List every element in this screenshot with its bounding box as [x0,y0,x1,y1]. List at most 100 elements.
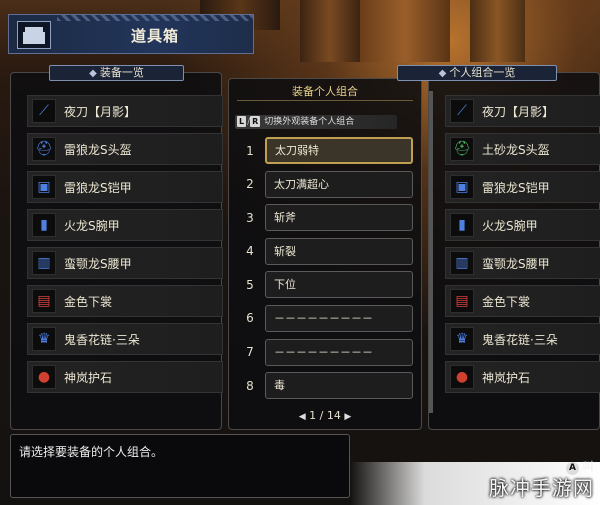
loadout-equipment-label: 蛮颚龙S腰甲 [482,256,550,271]
equipment-label: 雷狼龙S铠甲 [64,180,132,195]
loadout-number: 3 [246,210,254,225]
loadout-row[interactable]: 8毒 [235,372,415,400]
chest-armor-icon: ▣ [32,175,56,199]
equipment-list: ⟋ 夜刀【月影】 ⛑ 雷狼龙S头盔 ▣ 雷狼龙S铠甲 ▮ 火龙S腕甲 ▥ 蛮颚龙S腰甲 ▤ 金色下裳 ♛… [27,95,223,399]
loadout-equipment-row[interactable]: ▣ 雷狼龙S铠甲 [445,171,600,203]
blade-icon: ⟋ [32,99,56,123]
loadout-equipment-row[interactable]: ● 神岚护石 [445,361,600,393]
watermark: 脉冲手游网 [489,476,594,500]
loadout-preview-header: ◆ 个人组合一览 [397,65,557,81]
message-text: 请选择要装备的个人组合。 [19,445,164,459]
equipment-list-panel: ◆ 装备一览 ⟋ 夜刀【月影】 ⛑ 雷狼龙S头盔 ▣ 雷狼龙S铠甲 ▮ 火龙S腕甲 ▥ 蛮颚龙S腰甲… [10,65,223,430]
loadout-number: 5 [246,277,254,292]
prev-page-icon[interactable]: ◀ [299,412,306,422]
arm-armor-icon: ▮ [32,213,56,237]
wood-beam [300,0,360,62]
loadout-name: －－－－－－－－－ [265,338,413,366]
wood-beam [360,0,450,62]
switch-hint: L / R 切换外观装备个人组合 [235,115,397,129]
helmet-icon: ⛑ [450,137,474,161]
loadout-number: 2 [246,177,254,192]
equipment-row[interactable]: ▤ 金色下裳 [27,285,223,317]
loadout-equipment-row[interactable]: ▮ 火龙S腕甲 [445,209,600,241]
loadout-equipment-row[interactable]: ⟋ 夜刀【月影】 [445,95,600,127]
loadout-equipment-label: 金色下裳 [482,294,531,309]
next-page-icon[interactable]: ▶ [344,412,351,422]
loadout-panel: 装备个人组合 L / R 切换外观装备个人组合 1 太刀弱特 2 太刀满超心 3 斩斧 4 斩裂 5… [228,78,422,430]
equipment-row[interactable]: ▣ 雷狼龙S铠甲 [27,171,223,203]
loadout-row[interactable]: 6 －－－－－－－－－ [235,304,415,332]
chest-armor-icon: ▣ [450,175,474,199]
arm-armor-icon: ▮ [450,213,474,237]
loadout-equipment-label: 夜刀【月影】 [482,104,555,119]
loadout-equipment-row[interactable]: ▥ 蛮颚龙S腰甲 [445,247,600,279]
loadout-row[interactable]: 5 下位 [235,271,415,299]
loadout-number: 1 [246,143,254,158]
equipment-row[interactable]: ▥ 蛮颚龙S腰甲 [27,247,223,279]
loadout-name: 太刀满超心 [265,170,413,198]
loadout-name: －－－－－－－－－ [265,304,413,332]
loadout-preview-title: 个人组合一览 [449,66,516,79]
equipment-label: 蛮颚龙S腰甲 [64,256,132,271]
item-box-icon [17,21,51,49]
equipment-label: 火龙S腕甲 [64,218,120,233]
equipment-label: 夜刀【月影】 [64,104,137,119]
equipment-label: 金色下裳 [64,294,113,309]
waist-armor-icon: ▥ [450,251,474,275]
leg-armor-icon: ▤ [450,289,474,313]
loadout-list: 1 太刀弱特 2 太刀满超心 3 斩斧 4 斩裂 5 下位 6 －－－－－－－－－ 7 －－－－－－－－－… [235,137,415,406]
loadout-preview-panel: ◆ 个人组合一览 ⟋ 夜刀【月影】 ⛑ 土砂龙S头盔 ▣ 雷狼龙S铠甲 ▮ 火龙S腕甲 ▥ 蛮颚龙S… [397,65,600,430]
blade-icon: ⟋ [450,99,474,123]
leg-armor-icon: ▤ [32,289,56,313]
equipment-row[interactable]: ⛑ 雷狼龙S头盔 [27,133,223,165]
title-bar: 道具箱 [8,14,254,54]
loadout-equipment-label: 神岚护石 [482,370,531,385]
equipment-label: 鬼香花链·三朵 [64,332,140,347]
panel-divider [429,91,433,413]
charm-icon: ♛ [32,327,56,351]
loadout-number: 8 [246,378,254,393]
loadout-name: 下位 [265,271,413,299]
loadout-row[interactable]: 4 斩裂 [235,237,415,265]
loadout-equipment-label: 鬼香花链·三朵 [482,332,558,347]
equipment-list-header: ◆ 装备一览 [49,65,184,81]
loadout-name: 太刀弱特 [265,137,413,164]
diamond-icon: ◆ [89,68,97,79]
title-pattern [57,15,253,21]
message-box: 请选择要装备的个人组合。 [10,434,350,498]
loadout-equipment-row[interactable]: ▤ 金色下裳 [445,285,600,317]
r-button-icon: R [250,116,261,127]
loadout-equipment-label: 土砂龙S头盔 [482,142,550,157]
equipment-row[interactable]: ● 神岚护石 [27,361,223,393]
page-indicator: 1 / 14 [309,409,341,422]
loadout-name: 毒 [265,372,413,400]
loadout-equipment-label: 火龙S腕甲 [482,218,538,233]
loadout-row[interactable]: 2 太刀满超心 [235,170,415,198]
wood-beam [470,0,525,62]
helmet-icon: ⛑ [32,137,56,161]
equipment-row[interactable]: ⟋ 夜刀【月影】 [27,95,223,127]
equipment-row[interactable]: ♛ 鬼香花链·三朵 [27,323,223,355]
loadout-number: 7 [246,345,254,360]
talisman-icon: ● [450,365,474,389]
equipment-row[interactable]: ▮ 火龙S腕甲 [27,209,223,241]
loadout-name: 斩裂 [265,237,413,265]
loadout-number: 4 [246,244,254,259]
loadout-row[interactable]: 3 斩斧 [235,204,415,232]
equipment-label: 雷狼龙S头盔 [64,142,132,157]
diamond-icon: ◆ [438,68,447,79]
loadout-header: 装备个人组合 [237,83,413,101]
page-title: 道具箱 [130,27,179,45]
loadout-preview-list: ⟋ 夜刀【月影】 ⛑ 土砂龙S头盔 ▣ 雷狼龙S铠甲 ▮ 火龙S腕甲 ▥ 蛮颚龙S腰甲 ▤ 金色下裳 ♛… [445,95,600,399]
waist-armor-icon: ▥ [32,251,56,275]
switch-hint-text: 切换外观装备个人组合 [264,117,355,127]
loadout-equipment-label: 雷狼龙S铠甲 [482,180,550,195]
equipment-label: 神岚护石 [64,370,113,385]
loadout-row[interactable]: 7 －－－－－－－－－ [235,338,415,366]
loadout-equipment-row[interactable]: ♛ 鬼香花链·三朵 [445,323,600,355]
loadout-equipment-row[interactable]: ⛑ 土砂龙S头盔 [445,133,600,165]
loadout-row[interactable]: 1 太刀弱特 [235,137,415,164]
charm-icon: ♛ [450,327,474,351]
loadout-name: 斩斧 [265,204,413,232]
pager[interactable]: ◀ 1 / 14 ▶ [229,409,421,422]
